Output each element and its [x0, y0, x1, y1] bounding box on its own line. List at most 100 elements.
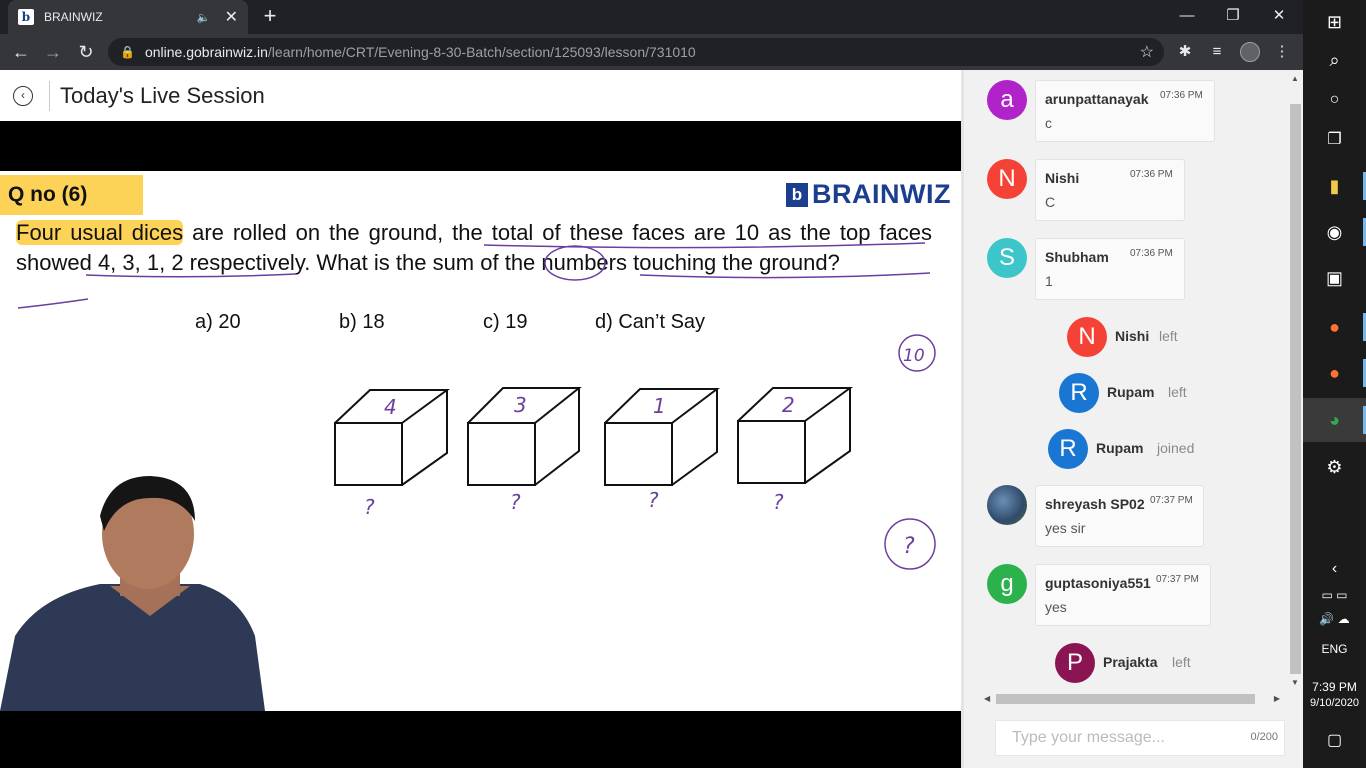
windows-taskbar: ⊞ ⌕ ○ ❐ ▮ ◉ ▣ ● ● ◕ ⚙ ‹ ▭ ▭ 🔊 ☁ ENG 7:39…: [1303, 0, 1366, 768]
browser-tab[interactable]: b BRAINWIZ 🔈 ✕: [8, 0, 248, 34]
user-photo-avatar: [987, 485, 1027, 525]
event-user: Rupam: [1096, 440, 1144, 456]
scroll-up-arrow-icon[interactable]: ▲: [1291, 74, 1299, 83]
search-icon[interactable]: ⌕: [1303, 38, 1366, 82]
avatar: g: [987, 564, 1027, 604]
header-divider: [49, 80, 50, 111]
chat-message: Nishi 07:36 PM C: [1035, 159, 1185, 221]
clock-date[interactable]: 9/10/2020: [1303, 697, 1366, 709]
speaker-icon[interactable]: 🔈: [197, 11, 211, 24]
message-time: 07:36 PM: [1130, 169, 1173, 180]
brainwiz-favicon-icon: b: [18, 9, 34, 25]
dice-group: [334, 387, 854, 486]
message-author: arunpattanayak: [1045, 91, 1149, 107]
forward-button[interactable]: →: [40, 39, 66, 65]
browser-tab-strip: b BRAINWIZ 🔈 ✕ + — ❐ ✕: [0, 0, 1303, 34]
avatar: R: [1059, 373, 1099, 413]
message-time: 07:36 PM: [1160, 90, 1203, 101]
avatar: P: [1055, 643, 1095, 683]
maximize-button[interactable]: ❐: [1210, 2, 1256, 30]
battery-network-icons[interactable]: ▭ ▭: [1303, 588, 1366, 602]
message-text: 1: [1045, 273, 1053, 289]
chat-message: arunpattanayak 07:36 PM c: [1035, 80, 1215, 142]
camera-icon[interactable]: ▣: [1303, 256, 1366, 300]
underline-4: [17, 298, 89, 309]
chat-horizontal-scrollbar[interactable]: ◀ ▶: [981, 692, 1283, 706]
chrome-icon[interactable]: ◕: [1303, 398, 1366, 442]
event-user: Rupam: [1107, 384, 1155, 400]
new-tab-button[interactable]: +: [258, 4, 282, 28]
back-button[interactable]: ←: [8, 39, 34, 65]
underline-1: [483, 242, 926, 249]
notification-center-icon[interactable]: ▢: [1303, 730, 1366, 750]
url-host: online.gobrainwiz.in: [144, 44, 268, 60]
scroll-left-arrow-icon[interactable]: ◀: [984, 692, 990, 706]
message-text: C: [1045, 194, 1056, 210]
reload-button[interactable]: ↻: [73, 39, 99, 65]
clock-time[interactable]: 7:39 PM: [1303, 680, 1366, 694]
live-video-player[interactable]: Q no (6) b BRAINWIZ Four usual dices are…: [0, 121, 961, 768]
dice-2-bottom: ?: [510, 490, 521, 514]
dice-1-top: 4: [384, 395, 397, 419]
chat-vertical-scrollbar[interactable]: ▲ ▼: [1288, 70, 1303, 760]
circled-total: 10: [903, 346, 925, 366]
language-indicator[interactable]: ENG: [1303, 642, 1366, 656]
lecture-slide: Q no (6) b BRAINWIZ Four usual dices are…: [0, 171, 961, 711]
avatar: N: [987, 159, 1027, 199]
message-text: yes: [1045, 599, 1067, 615]
webcam-app-icon[interactable]: ◉: [1303, 210, 1366, 254]
bookmark-star-icon[interactable]: ☆: [1140, 42, 1154, 62]
message-author: guptasoniya551: [1045, 575, 1151, 591]
show-hidden-icons-chevron-icon[interactable]: ‹: [1303, 560, 1366, 578]
scroll-right-arrow-icon[interactable]: ▶: [1274, 692, 1280, 706]
scroll-down-arrow-icon[interactable]: ▼: [1291, 678, 1299, 687]
firefox-icon[interactable]: ●: [1303, 351, 1366, 395]
chat-message: Shubham 07:36 PM 1: [1035, 238, 1185, 300]
message-author: Nishi: [1045, 170, 1080, 186]
event-user: Prajakta: [1103, 654, 1158, 670]
dice-3-bottom: ?: [648, 488, 659, 512]
cortana-icon[interactable]: ○: [1303, 78, 1366, 122]
dice-4-bottom: ?: [773, 490, 784, 514]
circled-question: ?: [903, 534, 915, 559]
firefox-icon[interactable]: ●: [1303, 305, 1366, 349]
message-time: 07:37 PM: [1150, 495, 1193, 506]
extensions-icon[interactable]: ✱: [1175, 42, 1195, 62]
window-close-button[interactable]: ✕: [1256, 2, 1302, 30]
back-arrow-icon[interactable]: ‹: [13, 85, 33, 106]
event-action: left: [1168, 384, 1187, 400]
chat-message-input[interactable]: [996, 721, 1246, 755]
event-user: Nishi: [1115, 328, 1150, 344]
message-author: Shubham: [1045, 249, 1109, 265]
file-explorer-icon[interactable]: ▮: [1303, 164, 1366, 208]
address-bar[interactable]: 🔒 online.gobrainwiz.in/learn/home/CRT/Ev…: [108, 38, 1164, 66]
browser-toolbar: ← → ↻ 🔒 online.gobrainwiz.in/learn/home/…: [0, 34, 1303, 70]
settings-gear-icon[interactable]: ⚙: [1303, 445, 1366, 489]
chrome-menu-icon[interactable]: ⋮: [1272, 42, 1292, 62]
task-view-icon[interactable]: ❐: [1303, 118, 1366, 162]
avatar: S: [987, 238, 1027, 278]
message-text: yes sir: [1045, 520, 1086, 536]
lock-icon[interactable]: 🔒: [120, 45, 135, 59]
chat-message: guptasoniya551 07:37 PM yes: [1035, 564, 1211, 626]
dice-3-top: 1: [653, 394, 666, 418]
scrollbar-thumb[interactable]: [1290, 104, 1301, 674]
underline-3: [639, 272, 931, 279]
page-header: ‹ Today's Live Session: [0, 70, 961, 121]
dice-2-top: 3: [514, 393, 527, 417]
scrollbar-thumb[interactable]: [996, 694, 1255, 704]
profile-avatar[interactable]: [1240, 42, 1260, 62]
tab-title: BRAINWIZ: [44, 10, 103, 24]
presenter-video: [0, 476, 265, 711]
chat-panel: a arunpattanayak 07:36 PM c N Nishi 07:3…: [961, 70, 1303, 768]
tab-close-icon[interactable]: ✕: [225, 7, 238, 27]
chat-message-list[interactable]: a arunpattanayak 07:36 PM c N Nishi 07:3…: [961, 70, 1288, 692]
media-control-icon[interactable]: ≡: [1207, 42, 1227, 62]
character-counter: 0/200: [1250, 731, 1278, 743]
volume-onedrive-icons[interactable]: 🔊 ☁: [1303, 612, 1366, 626]
minimize-button[interactable]: —: [1164, 2, 1210, 30]
dice-1-bottom: ?: [364, 495, 375, 519]
message-time: 07:37 PM: [1156, 574, 1199, 585]
message-author: shreyash SP02: [1045, 496, 1145, 512]
page-title: Today's Live Session: [60, 82, 265, 108]
